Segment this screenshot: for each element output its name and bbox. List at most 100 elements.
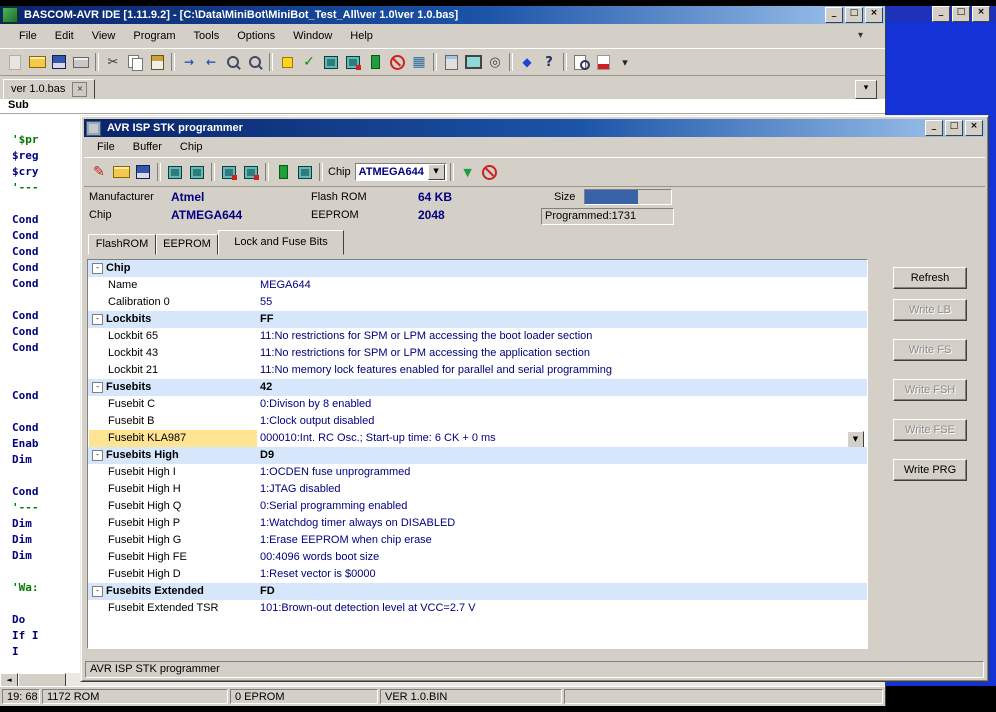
save-file-icon[interactable] <box>48 52 70 72</box>
save-file-icon[interactable] <box>132 162 154 182</box>
grid-row-13[interactable]: Fusebit High H1:JTAG disabled <box>88 481 867 498</box>
collapse-icon[interactable]: - <box>92 450 103 461</box>
find-in-files-icon[interactable] <box>570 52 592 72</box>
tab-lock-and-fuse-bits[interactable]: Lock and Fuse Bits <box>218 230 344 255</box>
programmer-minimize-button[interactable]: _ <box>925 120 943 136</box>
grid-row-4[interactable]: Lockbit 6511:No restrictions for SPM or … <box>88 328 867 345</box>
grid-row-11[interactable]: -Fusebits HighD9 <box>88 447 867 464</box>
paste-icon[interactable] <box>146 52 168 72</box>
menu-file[interactable]: File <box>10 28 46 44</box>
main-minimize-button[interactable]: _ <box>825 7 843 23</box>
options-icon[interactable] <box>516 52 538 72</box>
chip-select-arrow-icon[interactable]: ▼ <box>428 164 445 180</box>
new-file-icon[interactable] <box>4 52 26 72</box>
tab-eeprom[interactable]: EEPROM <box>156 234 218 255</box>
menu-edit[interactable]: Edit <box>46 28 83 44</box>
grid-row-12[interactable]: Fusebit High I1:OCDEN fuse unprogrammed <box>88 464 867 481</box>
grid-row-1[interactable]: NameMEGA644 <box>88 277 867 294</box>
compile-icon[interactable] <box>298 52 320 72</box>
menu-overflow-icon[interactable]: ▾ <box>858 30 863 41</box>
erase-buffer-icon[interactable] <box>88 162 110 182</box>
menu-tools[interactable]: Tools <box>185 28 229 44</box>
grid-row-18[interactable]: Fusebit High D1:Reset vector is $0000 <box>88 566 867 583</box>
sub-selector[interactable]: Sub <box>0 99 885 114</box>
print-icon[interactable] <box>70 52 92 72</box>
simulate-icon[interactable] <box>408 52 430 72</box>
grid-row-3[interactable]: -LockbitsFF <box>88 311 867 328</box>
write-prg-button[interactable]: Write PRG <box>893 459 967 481</box>
show-result-icon[interactable] <box>320 52 342 72</box>
programmer-maximize-button[interactable]: □ <box>945 120 963 136</box>
collapse-icon[interactable]: - <box>92 382 103 393</box>
grid-row-20[interactable]: Fusebit Extended TSR101:Brown-out detect… <box>88 600 867 617</box>
grid-row-5[interactable]: Lockbit 4311:No restrictions for SPM or … <box>88 345 867 362</box>
open-file-icon[interactable] <box>26 52 48 72</box>
collapse-icon[interactable]: - <box>92 263 103 274</box>
background-maximize-button[interactable]: □ <box>952 6 970 22</box>
prog-menu-file[interactable]: File <box>88 139 124 155</box>
stop-icon[interactable] <box>386 52 408 72</box>
blank-check-icon[interactable] <box>240 162 262 182</box>
main-titlebar[interactable]: BASCOM-AVR IDE [1.11.9.2] - [C:\Data\Min… <box>0 6 885 24</box>
programmer-titlebar[interactable]: AVR ISP STK programmer _ □ × <box>84 119 985 137</box>
indent-icon[interactable] <box>178 52 200 72</box>
background-close-button[interactable]: × <box>972 6 990 22</box>
chip-identify-icon[interactable] <box>294 162 316 182</box>
grid-row-9[interactable]: Fusebit B1:Clock output disabled <box>88 413 867 430</box>
main-close-button[interactable]: × <box>865 7 883 23</box>
grid-row-15[interactable]: Fusebit High P1:Watchdog timer always on… <box>88 515 867 532</box>
menu-options[interactable]: Options <box>228 28 284 44</box>
cut-icon[interactable] <box>102 52 124 72</box>
tab-flashrom[interactable]: FlashROM <box>88 234 156 255</box>
grid-row-7[interactable]: -Fusebits42 <box>88 379 867 396</box>
unindent-icon[interactable] <box>200 52 222 72</box>
prog-menu-chip[interactable]: Chip <box>171 139 212 155</box>
write-chip-icon[interactable] <box>164 162 186 182</box>
menu-window[interactable]: Window <box>284 28 341 44</box>
grid-row-0[interactable]: -Chip <box>88 260 867 277</box>
grid-row-14[interactable]: Fusebit High Q0:Serial programming enabl… <box>88 498 867 515</box>
grid-row-8[interactable]: Fusebit C0:Divison by 8 enabled <box>88 396 867 413</box>
grid-row-10[interactable]: Fusebit KLA987000010:Int. RC Osc.; Start… <box>88 430 867 447</box>
library-manager-icon[interactable] <box>484 52 506 72</box>
collapse-icon[interactable]: - <box>92 314 103 325</box>
chip-select[interactable]: ATMEGA644 ▼ <box>355 163 447 181</box>
terminal-emulator-icon[interactable] <box>462 52 484 72</box>
copy-icon[interactable] <box>124 52 146 72</box>
menu-help[interactable]: Help <box>341 28 382 44</box>
program-chip-icon[interactable] <box>342 52 364 72</box>
auto-program-icon[interactable] <box>272 162 294 182</box>
prog-menu-buffer[interactable]: Buffer <box>124 139 171 155</box>
programmer-close-button[interactable]: × <box>965 120 983 136</box>
find-icon[interactable] <box>222 52 244 72</box>
open-file-icon[interactable] <box>110 162 132 182</box>
grid-row-16[interactable]: Fusebit High G1:Erase EEPROM when chip e… <box>88 532 867 549</box>
main-maximize-button[interactable]: □ <box>845 7 863 23</box>
row-dropdown-button[interactable]: ▼ <box>847 431 864 448</box>
pdf-report-icon[interactable] <box>592 52 614 72</box>
run-icon[interactable] <box>364 52 386 72</box>
toolbar-more-icon[interactable] <box>614 52 636 72</box>
cancel-icon[interactable] <box>479 162 501 182</box>
menu-view[interactable]: View <box>83 28 125 44</box>
help-icon[interactable] <box>538 52 560 72</box>
autoprogram-run-icon[interactable] <box>457 162 479 182</box>
grid-row-19[interactable]: -Fusebits ExtendedFD <box>88 583 867 600</box>
programmer-app-icon <box>86 121 101 136</box>
syntax-check-icon[interactable] <box>276 52 298 72</box>
refresh-button[interactable]: Refresh <box>893 267 967 289</box>
find-next-icon[interactable] <box>244 52 266 72</box>
read-chip-icon[interactable] <box>186 162 208 182</box>
lcd-designer-icon[interactable] <box>440 52 462 72</box>
tab-list-button[interactable]: ▾ <box>855 80 877 99</box>
grid-row-6[interactable]: Lockbit 2111:No memory lock features ena… <box>88 362 867 379</box>
tab-close-icon[interactable]: × <box>72 82 87 97</box>
grid-row-2[interactable]: Calibration 055 <box>88 294 867 311</box>
menu-program[interactable]: Program <box>124 28 184 44</box>
collapse-icon[interactable]: - <box>92 586 103 597</box>
grid-row-17[interactable]: Fusebit High FE00:4096 words boot size <box>88 549 867 566</box>
verify-chip-icon[interactable] <box>218 162 240 182</box>
fuse-grid[interactable]: -ChipNameMEGA644Calibration 055-Lockbits… <box>87 259 868 649</box>
background-minimize-button[interactable]: _ <box>932 6 950 22</box>
tab-ver-1-0-bas[interactable]: ver 1.0.bas × <box>3 79 95 99</box>
